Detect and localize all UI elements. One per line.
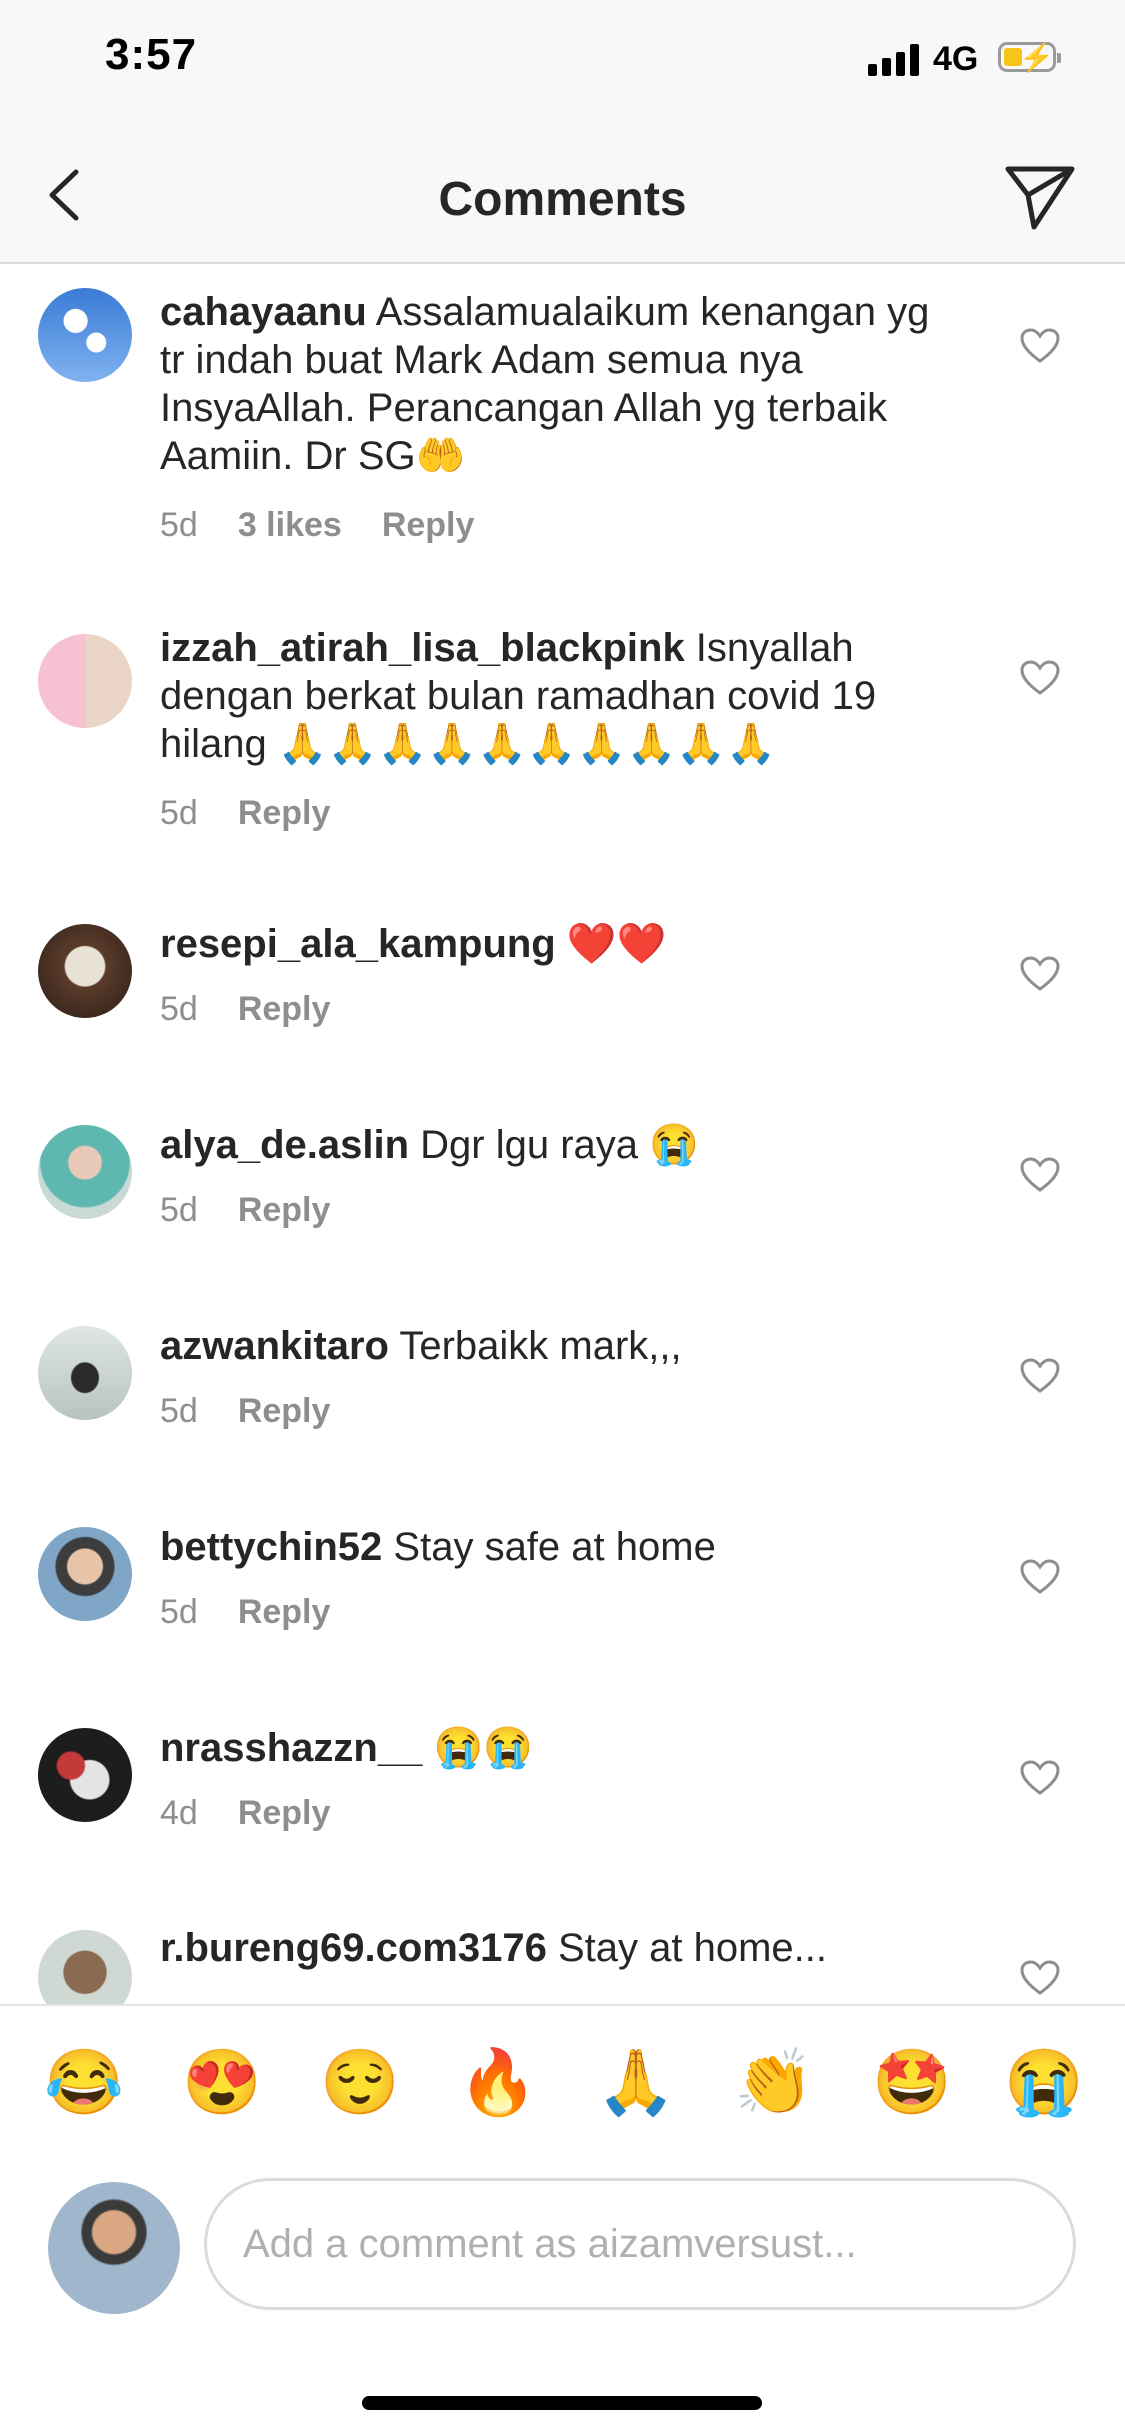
- heart-outline-icon[interactable]: [1020, 1559, 1060, 1595]
- heart-outline-icon[interactable]: [1020, 1358, 1060, 1394]
- comment-meta: 5d Reply: [160, 794, 370, 833]
- comment-composer: [0, 2154, 1125, 2334]
- comment-age: 5d: [160, 1191, 198, 1229]
- reply-button[interactable]: Reply: [238, 1191, 331, 1229]
- comment-username[interactable]: r.bureng69.com3176: [160, 1926, 547, 1970]
- network-type: 4G: [933, 40, 979, 78]
- emoji-button[interactable]: 😌: [320, 2046, 400, 2118]
- comment-text: r.bureng69.com3176 Stay at home...: [160, 1926, 827, 1970]
- avatar[interactable]: [38, 1930, 132, 2004]
- comment-username[interactable]: bettychin52: [160, 1525, 382, 1569]
- comment-meta: 5d Reply: [160, 1593, 370, 1632]
- comment-username[interactable]: alya_de.aslin: [160, 1123, 409, 1167]
- comment-username[interactable]: resepi_ala_kampung: [160, 922, 556, 966]
- emoji-button[interactable]: 😭: [1004, 2046, 1084, 2118]
- status-bar: 3:57 4G ⚡: [0, 0, 1125, 130]
- status-time: 3:57: [105, 30, 198, 79]
- reply-button[interactable]: Reply: [238, 1392, 331, 1430]
- comment-age: 4d: [160, 1794, 198, 1832]
- comment-age: 5d: [160, 794, 198, 832]
- page-title: Comments: [438, 173, 687, 226]
- avatar[interactable]: [38, 1125, 132, 1219]
- heart-outline-icon[interactable]: [1020, 660, 1060, 696]
- comment-username[interactable]: cahayaanu: [160, 290, 367, 334]
- avatar[interactable]: [38, 1527, 132, 1621]
- comment-meta: 5d Reply: [160, 1392, 370, 1431]
- avatar[interactable]: [38, 1326, 132, 1420]
- navigation-bar: Comments: [0, 130, 1125, 264]
- comment-meta: 5d Reply: [160, 990, 370, 1029]
- comment-username[interactable]: azwankitaro: [160, 1324, 389, 1368]
- emoji-button[interactable]: 😍: [182, 2046, 262, 2118]
- reply-button[interactable]: Reply: [238, 1593, 331, 1631]
- home-indicator: [362, 2396, 762, 2410]
- cellular-signal-icon: [868, 44, 922, 76]
- heart-outline-icon[interactable]: [1020, 328, 1060, 364]
- emoji-button[interactable]: 🙏: [596, 2046, 676, 2118]
- comment-text: alya_de.aslin Dgr lgu raya 😭: [160, 1123, 699, 1167]
- comment-text: bettychin52 Stay safe at home: [160, 1525, 716, 1569]
- comment-text: cahayaanu Assalamualaikum kenangan yg tr…: [160, 290, 930, 478]
- heart-outline-icon[interactable]: [1020, 956, 1060, 992]
- heart-outline-icon[interactable]: [1020, 1157, 1060, 1193]
- avatar[interactable]: [38, 634, 132, 728]
- comment-username[interactable]: izzah_atirah_lisa_blackpink: [160, 626, 685, 670]
- comment-input[interactable]: [204, 2178, 1076, 2310]
- avatar[interactable]: [38, 1728, 132, 1822]
- avatar[interactable]: [38, 288, 132, 382]
- heart-outline-icon[interactable]: [1020, 1760, 1060, 1796]
- reply-button[interactable]: Reply: [238, 990, 331, 1028]
- likes-count[interactable]: 3 likes: [238, 506, 342, 544]
- comment-age: 5d: [160, 506, 198, 544]
- emoji-button[interactable]: 😂: [44, 2046, 124, 2118]
- reply-button[interactable]: Reply: [238, 794, 331, 832]
- comments-list[interactable]: cahayaanu Assalamualaikum kenangan yg tr…: [0, 264, 1125, 2004]
- avatar[interactable]: [38, 924, 132, 1018]
- comment-text: azwankitaro Terbaikk mark,,,: [160, 1324, 682, 1368]
- comment-username[interactable]: nrasshazzn__: [160, 1726, 422, 1770]
- comment-text: izzah_atirah_lisa_blackpink Isnyallah de…: [160, 626, 877, 766]
- emoji-button[interactable]: 🔥: [458, 2046, 538, 2118]
- comment-text: nrasshazzn__ 😭😭: [160, 1726, 534, 1770]
- comment-meta: 4d Reply: [160, 1794, 370, 1833]
- comment-text: resepi_ala_kampung ❤️❤️: [160, 922, 667, 966]
- comment-age: 5d: [160, 990, 198, 1028]
- paper-plane-icon[interactable]: [1000, 155, 1080, 235]
- heart-outline-icon[interactable]: [1020, 1960, 1060, 1996]
- reply-button[interactable]: Reply: [382, 506, 475, 544]
- emoji-quick-bar: 😂 😍 😌 🔥 🙏 👏 🤩 😭: [0, 2004, 1125, 2154]
- comment-meta: 5d 3 likes Reply: [160, 506, 514, 545]
- emoji-button[interactable]: 👏: [734, 2046, 814, 2118]
- avatar: [48, 2182, 180, 2314]
- reply-button[interactable]: Reply: [238, 1794, 331, 1832]
- battery-charging-icon: ⚡: [998, 42, 1061, 73]
- comment-age: 5d: [160, 1593, 198, 1631]
- comment-age: 5d: [160, 1392, 198, 1430]
- emoji-button[interactable]: 🤩: [872, 2046, 952, 2118]
- comment-meta: 5d Reply: [160, 1191, 370, 1230]
